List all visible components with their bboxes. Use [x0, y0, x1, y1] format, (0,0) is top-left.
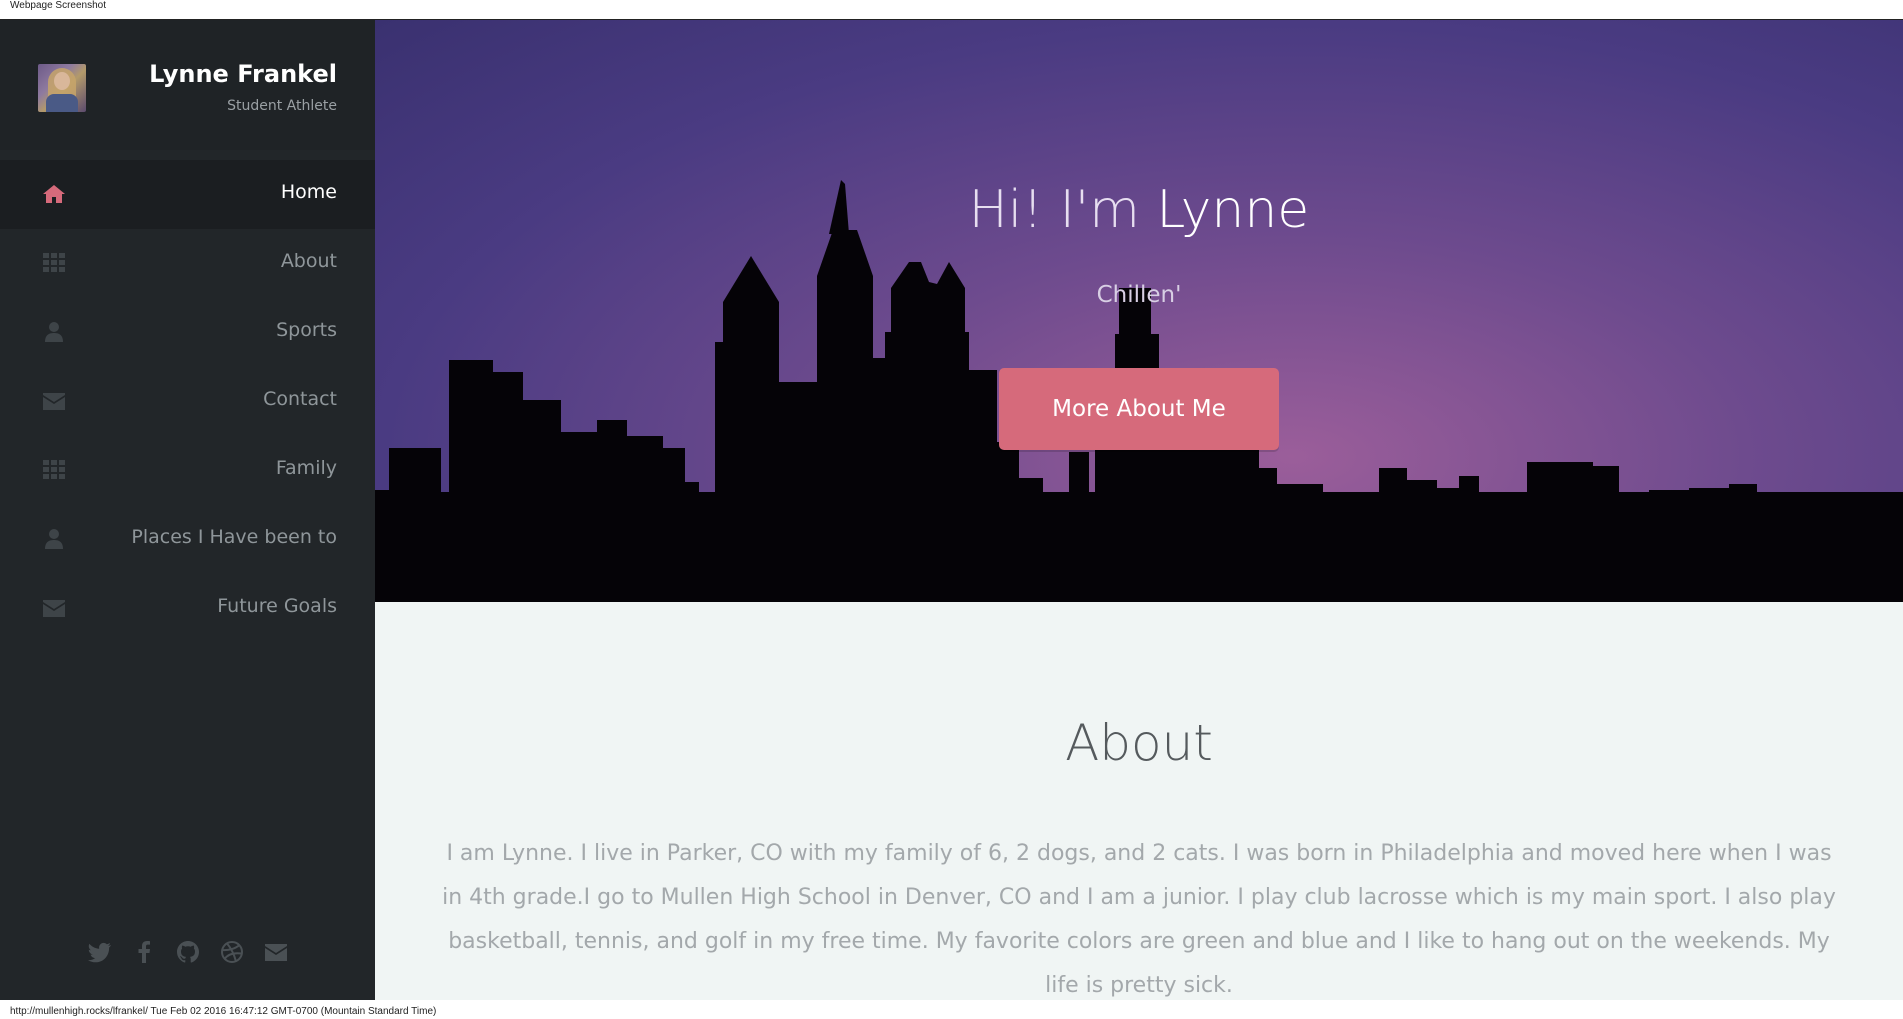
capture-footer: http://mullenhigh.rocks/lfrankel/ Tue Fe…	[0, 1000, 1903, 1019]
sidebar-nav: Home About Sports Contact Family Places …	[0, 160, 375, 643]
more-about-me-button[interactable]: More About Me	[999, 368, 1279, 450]
sidebar-item-label: Sports	[276, 319, 337, 341]
github-icon[interactable]	[176, 940, 200, 964]
capture-header-label: Webpage Screenshot	[10, 0, 106, 11]
facebook-icon[interactable]	[132, 940, 156, 964]
sidebar-item-sports[interactable]: Sports	[0, 298, 375, 367]
sidebar-item-home[interactable]: Home	[0, 160, 375, 229]
profile-role: Student Athlete	[227, 98, 337, 114]
social-links	[0, 940, 375, 970]
sidebar-item-label: Home	[280, 181, 337, 203]
hero-title-name: Lynne	[1156, 180, 1310, 240]
sidebar-item-label: Places I Have been to	[131, 526, 337, 548]
hero-title: Hi! I'm Lynne	[375, 180, 1903, 240]
user-icon	[45, 322, 63, 342]
profile-name: Lynne Frankel	[149, 60, 337, 88]
home-icon	[43, 185, 65, 203]
hero-subtitle: Chillen'	[1096, 282, 1182, 308]
sidebar-item-future-goals[interactable]: Future Goals	[0, 574, 375, 643]
grid-icon	[43, 253, 65, 272]
sidebar-item-label: Future Goals	[217, 595, 337, 617]
profile-header: Lynne Frankel Student Athlete	[0, 20, 375, 150]
envelope-icon[interactable]	[264, 940, 288, 964]
sidebar-item-family[interactable]: Family	[0, 436, 375, 505]
capture-header: Webpage Screenshot	[0, 0, 1903, 20]
envelope-icon	[43, 393, 65, 410]
user-icon	[45, 529, 63, 549]
sidebar-item-label: Family	[275, 457, 337, 479]
grid-icon	[43, 460, 65, 479]
sidebar-item-contact[interactable]: Contact	[0, 367, 375, 436]
about-title: About	[1065, 714, 1213, 772]
hero-title-prefix: Hi! I'm	[968, 180, 1157, 240]
about-text: I am Lynne. I live in Parker, CO with my…	[442, 841, 1836, 998]
dribbble-icon[interactable]	[220, 940, 244, 964]
hero-section: Hi! I'm Lynne Chillen' More About Me	[375, 20, 1903, 602]
envelope-icon	[43, 600, 65, 617]
about-section: About I am Lynne. I live in Parker, CO w…	[375, 602, 1903, 1000]
sidebar-item-about[interactable]: About	[0, 229, 375, 298]
sidebar-item-label: Contact	[263, 388, 337, 410]
twitter-icon[interactable]	[87, 940, 112, 964]
capture-footer-status: http://mullenhigh.rocks/lfrankel/ Tue Fe…	[10, 1006, 437, 1017]
sidebar: Lynne Frankel Student Athlete Home About	[0, 20, 375, 1000]
avatar	[38, 64, 86, 112]
main-content: Hi! I'm Lynne Chillen' More About Me Abo…	[375, 20, 1903, 1000]
sidebar-item-label: About	[280, 250, 337, 272]
city-skyline-image	[375, 180, 1903, 602]
sidebar-item-places[interactable]: Places I Have been to	[0, 505, 375, 574]
